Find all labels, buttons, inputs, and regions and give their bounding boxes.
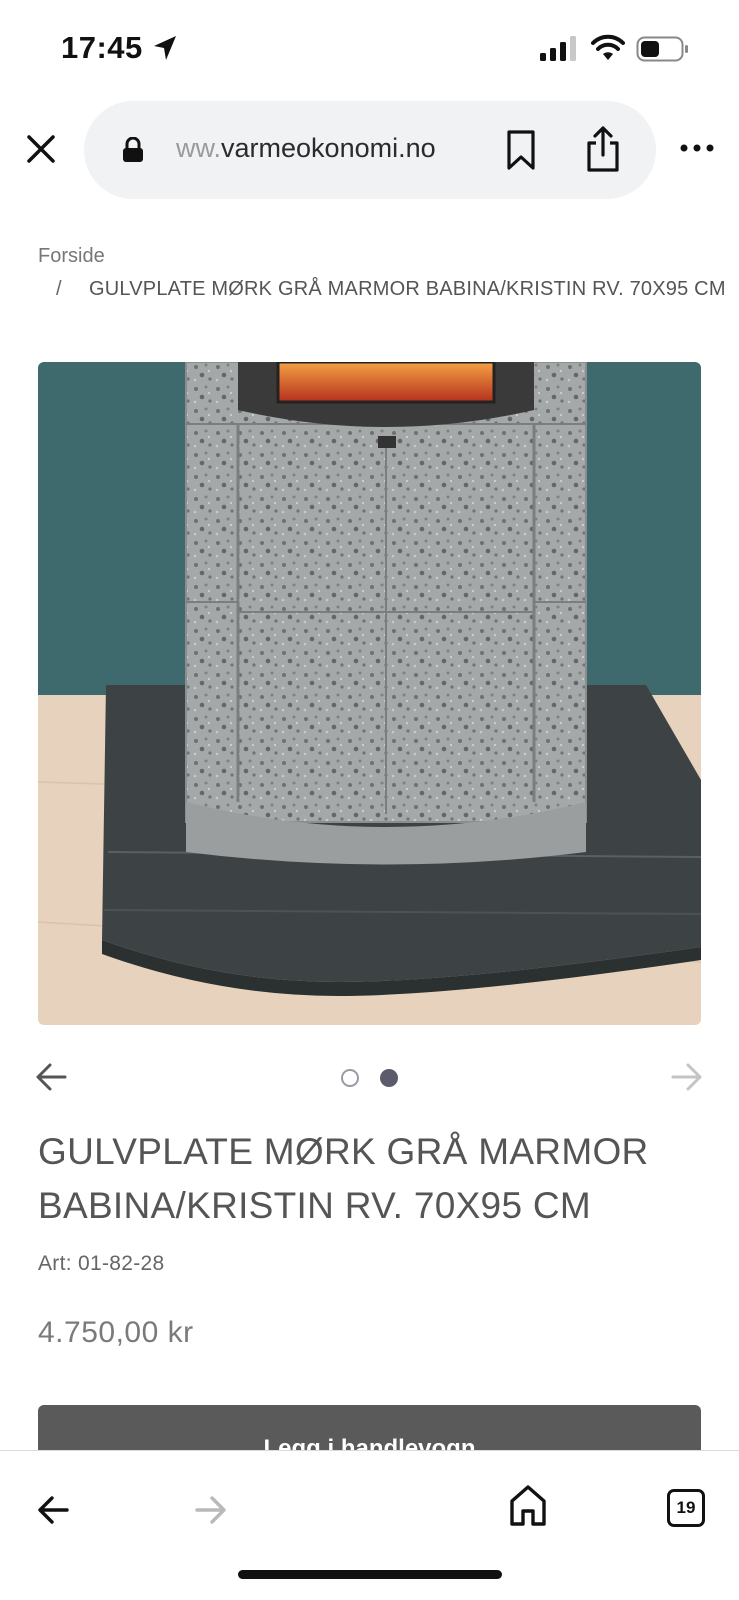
back-arrow-icon[interactable] — [36, 1493, 70, 1527]
carousel-next-arrow-icon[interactable] — [670, 1060, 704, 1094]
product-article-number: Art: 01-82-28 — [38, 1252, 165, 1275]
product-price: 4.750,00 kr — [38, 1316, 194, 1349]
url-text: ww.varmeokonomi.no — [176, 133, 436, 164]
close-icon[interactable] — [24, 132, 58, 166]
home-icon[interactable] — [508, 1483, 548, 1527]
url-text-domain: varmeokonomi.no — [221, 133, 436, 163]
url-text-faded: ww. — [176, 133, 222, 163]
tabs-button[interactable]: 19 — [667, 1489, 705, 1527]
lock-icon — [123, 137, 143, 162]
wifi-icon — [591, 34, 625, 60]
breadcrumb-current: GULVPLATE MØRK GRÅ MARMOR BABINA/KRISTIN… — [89, 278, 726, 300]
location-arrow-icon — [154, 36, 176, 60]
address-bar[interactable]: ww.varmeokonomi.no — [84, 101, 656, 199]
cellular-signal-icon — [540, 36, 576, 61]
bookmark-icon[interactable] — [504, 129, 538, 171]
home-indicator[interactable] — [238, 1570, 502, 1579]
more-icon[interactable] — [680, 140, 714, 156]
carousel-prev-arrow-icon[interactable] — [34, 1060, 68, 1094]
forward-arrow-icon[interactable] — [194, 1493, 228, 1527]
product-image[interactable] — [38, 362, 701, 1025]
share-icon[interactable] — [584, 125, 622, 173]
carousel-dot-2-active[interactable] — [380, 1069, 398, 1087]
breadcrumb-home-link[interactable]: Forside — [38, 245, 105, 268]
status-bar: 17:45 — [0, 0, 739, 96]
battery-icon — [636, 36, 688, 62]
breadcrumb-separator: / — [56, 278, 62, 300]
product-photo — [38, 362, 701, 1025]
status-time: 17:45 — [61, 30, 143, 65]
carousel-dot-1[interactable] — [341, 1069, 359, 1087]
product-title: GULVPLATE MØRK GRÅ MARMOR BABINA/KRISTIN… — [38, 1131, 649, 1226]
